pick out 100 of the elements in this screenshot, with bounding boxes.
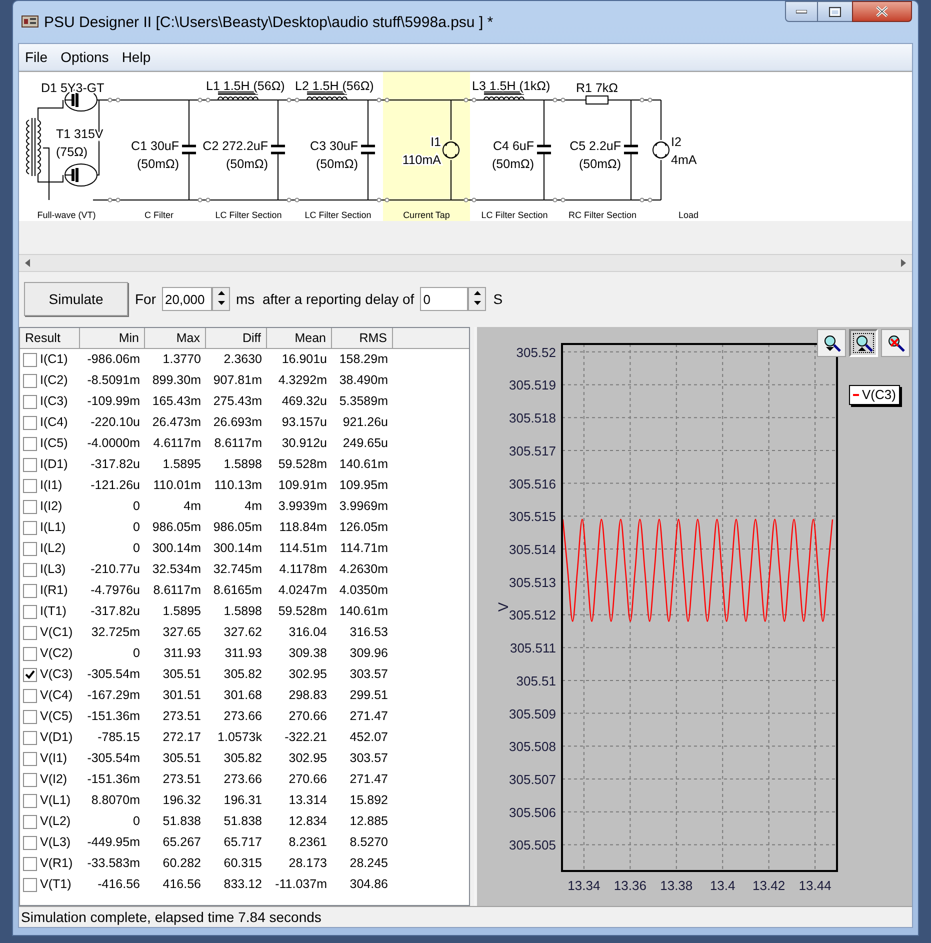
table-cell-text: 309.96 (348, 645, 389, 662)
result-name: I(L3) (40, 561, 66, 578)
table-cell-text: 3.9939m (277, 498, 328, 516)
table-cell-text: 158.29m (338, 351, 389, 368)
table-cell-text: 327.62 (222, 624, 263, 642)
table-cell-text: 196.32 (162, 792, 202, 810)
table-cell-text: 59.528m (277, 603, 328, 620)
table-cell-text: 316.53 (348, 624, 389, 642)
component-label: L2 1.5H (56Ω) (295, 79, 374, 93)
table-cell-text: 0 (132, 540, 141, 558)
table-cell-text: 8.6165m (212, 582, 263, 600)
table-cell-text: 270.66 (288, 771, 328, 788)
delay-label: ms after a reporting delay of (236, 290, 414, 309)
table-cell-text: 4.1178m (278, 561, 328, 578)
component-label: (75Ω) (56, 145, 88, 159)
y-tick-label: 305.518 (509, 410, 556, 426)
table-cell-text: -305.54m (86, 750, 141, 768)
y-axis-label: V (495, 602, 511, 612)
table-cell-text: 51.838 (222, 813, 263, 830)
table-cell-text: 273.51 (162, 771, 202, 788)
table-cell-text: -33.583m (86, 855, 141, 872)
result-name: I(I2) (40, 498, 62, 516)
table-cell-text: 273.51 (162, 708, 202, 726)
table-cell-text: 298.83 (288, 687, 328, 704)
component-label: D1 5Y3-GT (41, 81, 104, 95)
table-cell-text: 126.05m (338, 519, 389, 536)
result-name: I(R1) (40, 582, 68, 600)
result-name: V(R1) (40, 855, 73, 872)
table-cell-text: 140.61m (338, 456, 389, 474)
result-name: V(C3) (40, 666, 73, 684)
result-name: I(I1) (40, 477, 62, 494)
table-cell-text: 26.473m (151, 414, 202, 432)
table-cell-text: 30.912u (280, 435, 328, 452)
table-cell-text: 301.68 (222, 687, 263, 704)
table-cell-text: 32.534m (151, 561, 202, 578)
table-cell-text: -317.82u (90, 603, 141, 620)
table-cell-text: 26.693m (212, 414, 263, 432)
component-label: (50mΩ) (226, 157, 268, 171)
table-cell-text: 8.8070m (90, 792, 141, 810)
table-cell-text: -151.36m (86, 708, 141, 726)
y-tick-label: 305.511 (510, 640, 556, 656)
table-cell-text: 305.51 (162, 750, 202, 768)
y-tick-label: 305.513 (509, 574, 556, 590)
result-name: V(C2) (40, 645, 73, 662)
component-label: C5 2.2uF (570, 139, 621, 153)
component-label: (50mΩ) (137, 157, 179, 171)
y-tick-label: 305.508 (509, 739, 556, 754)
result-name: V(D1) (40, 729, 73, 746)
table-cell-text: 93.157u (280, 414, 328, 432)
table-cell-text: 416.56 (162, 876, 202, 894)
table-cell-text: 270.66 (288, 708, 328, 726)
y-tick-label: 305.517 (509, 443, 556, 458)
component-label: C2 272.2uF (202, 139, 268, 153)
x-tick-label: 13.38 (660, 878, 693, 893)
table-cell-text: 273.66 (222, 708, 263, 726)
table-cell-text: 4.0247m (277, 582, 328, 600)
table-cell-text: 0 (132, 645, 141, 662)
table-cell-text: 60.315 (222, 855, 263, 872)
table-cell-text: -317.82u (90, 456, 141, 474)
table-cell-text: 5.3589m (338, 393, 389, 410)
table-cell-text: -121.26u (90, 477, 141, 494)
y-tick-label: 305.509 (509, 706, 556, 722)
table-cell-text: 300.14m (212, 540, 263, 558)
table-cell-text: 986.05m (212, 519, 263, 536)
result-name: I(D1) (40, 456, 68, 474)
table-cell-text: 907.81m (212, 372, 263, 390)
table-cell-text: -167.29m (86, 687, 141, 704)
table-cell-text: 4.6117m (152, 435, 202, 452)
table-cell-text: 109.95m (338, 477, 389, 494)
component-label: L1 1.5H (56Ω) (206, 79, 285, 93)
result-name: V(I1) (40, 750, 68, 768)
table-cell-text: 305.82 (222, 750, 263, 768)
table-cell-text: -109.99m (86, 393, 141, 410)
table-cell-text: 2.3630 (222, 351, 263, 368)
table-cell-text: 114.51m (278, 540, 328, 558)
table-cell-text: 275.43m (212, 393, 263, 410)
table-cell-text: 110.13m (213, 477, 263, 494)
component-label: (50mΩ) (579, 157, 621, 171)
table-cell-text: 1.5898 (222, 456, 263, 474)
table-cell-text: 114.71m (339, 540, 389, 558)
table-cell-text: 272.17 (162, 729, 202, 746)
table-cell-text: -4.0000m (86, 435, 141, 452)
table-cell-text: -986.06m (86, 351, 141, 368)
x-tick-label: 13.36 (614, 878, 646, 893)
component-label: (50mΩ) (316, 157, 358, 171)
table-cell-text: 303.57 (348, 666, 389, 684)
result-name: I(C4) (40, 414, 68, 432)
table-cell-text: 249.65u (342, 435, 389, 452)
component-label: C4 6uF (493, 139, 534, 153)
table-cell-text: 28.173 (288, 855, 328, 872)
component-label: R1 7kΩ (576, 81, 618, 95)
table-cell-text: 109.91m (277, 477, 328, 494)
table-cell-text: 110.01m (152, 477, 202, 494)
table-cell-text: 271.47 (348, 771, 389, 788)
result-name: I(C3) (40, 393, 68, 410)
table-cell-text: -8.5091m (86, 372, 141, 390)
result-name: V(C4) (40, 687, 73, 704)
table-cell-text: 303.57 (348, 750, 389, 768)
table-cell-text: 273.66 (222, 771, 263, 788)
table-cell-text: 13.314 (288, 792, 328, 810)
